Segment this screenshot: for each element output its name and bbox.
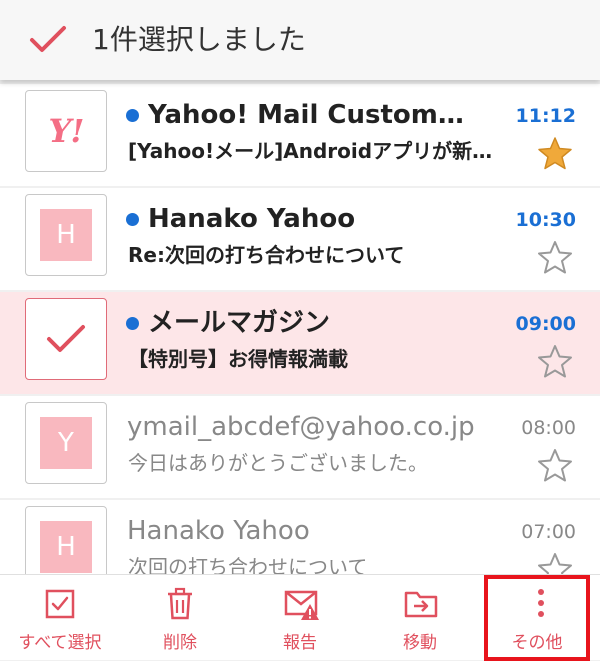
star-outline-icon[interactable] (537, 344, 573, 378)
trash-icon (168, 587, 192, 620)
select-all-label: すべて選択 (18, 633, 102, 653)
avatar[interactable]: H (25, 194, 107, 276)
unread-dot-icon (126, 317, 139, 330)
report-button[interactable]: 報告 (240, 575, 360, 661)
message-subject: [Yahoo!メール]Androidアプリが新しくなりました (128, 139, 498, 163)
move-label: 移動 (403, 633, 437, 653)
message-sender: Hanako Yahoo (127, 516, 310, 546)
message-sender: メールマガジン (148, 308, 331, 338)
message-subject: Re:次回の打ち合わせについて (128, 243, 405, 267)
avatar-initial: H (40, 209, 92, 261)
message-list: Y! Yahoo! Mail Customer Service [Yahoo!メ… (0, 84, 600, 574)
message-sender: Yahoo! Mail Customer Service (148, 100, 478, 130)
message-row[interactable]: H Hanako Yahoo Re:次回の打ち合わせについて 10:30 (0, 188, 600, 290)
star-outline-icon[interactable] (537, 552, 573, 574)
message-subject: 【特別号】お得情報満載 (128, 347, 348, 371)
move-folder-icon (404, 591, 438, 618)
message-row-selected[interactable]: メールマガジン 【特別号】お得情報満載 09:00 (0, 292, 600, 394)
report-mail-icon (284, 590, 319, 620)
message-time: 07:00 (521, 521, 576, 543)
move-button[interactable]: 移動 (360, 575, 480, 661)
message-time: 09:00 (515, 313, 576, 335)
more-vertical-icon (538, 589, 544, 617)
message-time: 11:12 (515, 105, 576, 127)
message-subject: 今日はありがとうございました。 (128, 451, 428, 475)
selection-count-title: 1件選択しました (92, 23, 306, 56)
message-sender: ymail_abcdef@yahoo.co.jp (127, 412, 475, 442)
message-row[interactable]: Y! Yahoo! Mail Customer Service [Yahoo!メ… (0, 84, 600, 186)
delete-button[interactable]: 削除 (120, 575, 240, 661)
unread-dot-icon (126, 109, 139, 122)
star-outline-icon[interactable] (537, 448, 573, 482)
select-all-button[interactable]: すべて選択 (0, 575, 120, 661)
action-toolbar: すべて選択 削除 報告 移動 その他 (0, 574, 600, 661)
more-button[interactable]: その他 (484, 575, 590, 661)
unread-dot-icon (126, 213, 139, 226)
message-row[interactable]: Y ymail_abcdef@yahoo.co.jp 今日はありがとうございまし… (0, 396, 600, 498)
avatar-selected[interactable] (25, 298, 107, 380)
yahoo-logo: Y! (48, 112, 85, 150)
avatar-initial: Y (40, 417, 92, 469)
delete-label: 削除 (163, 633, 197, 653)
checkbox-icon (45, 589, 75, 619)
selected-check-icon (47, 325, 85, 352)
avatar-initial: H (40, 521, 92, 573)
message-sender: Hanako Yahoo (148, 204, 356, 234)
avatar[interactable]: Y! (25, 90, 107, 172)
report-label: 報告 (283, 633, 317, 653)
check-icon[interactable] (28, 22, 68, 58)
more-label: その他 (511, 633, 563, 653)
message-row[interactable]: H Hanako Yahoo 次回の打ち合わせについて 07:00 (0, 500, 600, 574)
star-outline-icon[interactable] (537, 240, 573, 274)
message-time: 10:30 (515, 209, 576, 231)
star-filled-icon[interactable] (537, 136, 573, 170)
selection-header: 1件選択しました (0, 0, 600, 80)
avatar[interactable]: H (25, 506, 107, 574)
message-subject: 次回の打ち合わせについて (128, 555, 368, 574)
message-time: 08:00 (521, 417, 576, 439)
avatar[interactable]: Y (25, 402, 107, 484)
